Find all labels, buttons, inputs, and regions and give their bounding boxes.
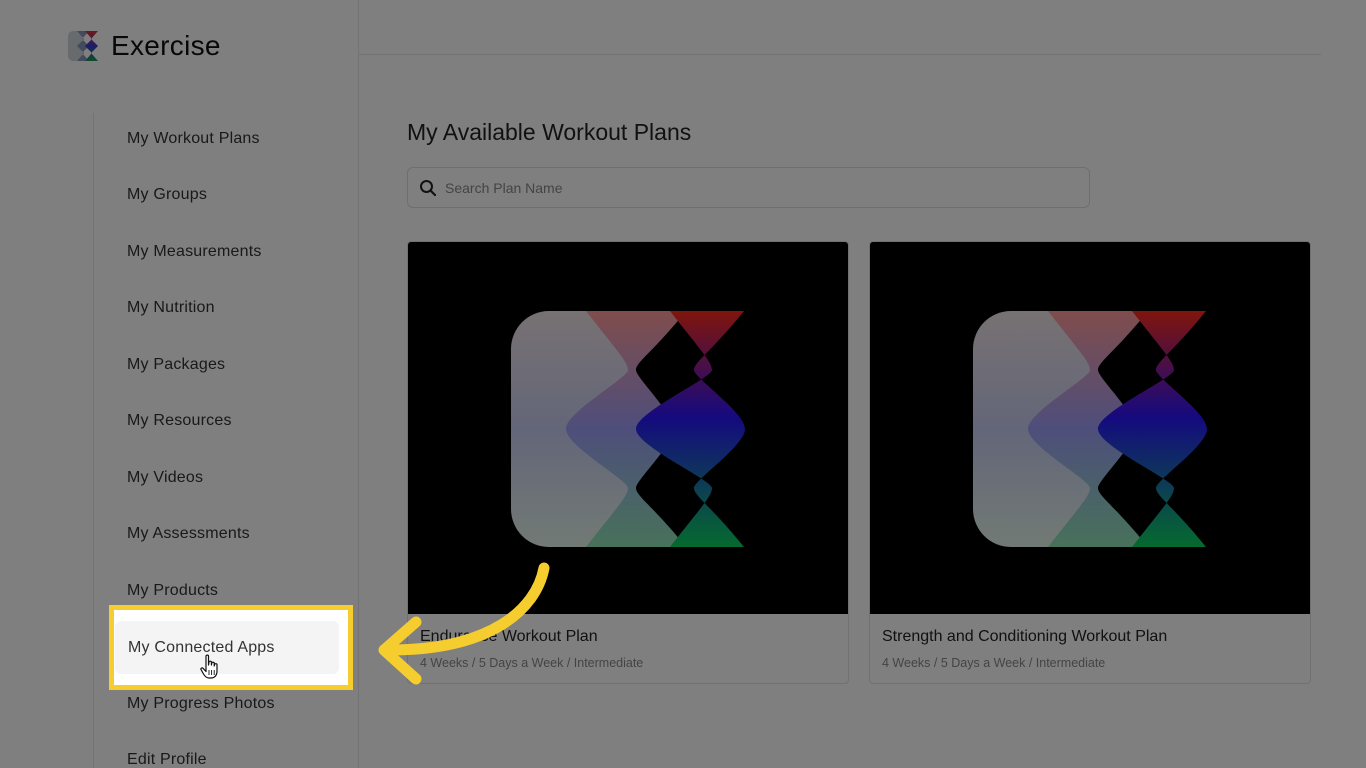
plan-logo-icon xyxy=(511,311,745,547)
sidebar-item-connected-apps[interactable]: My Connected Apps xyxy=(115,621,339,674)
sidebar-item-workout-plans[interactable]: My Workout Plans xyxy=(109,113,341,165)
sidebar-item-assessments[interactable]: My Assessments xyxy=(109,508,341,560)
sidebar-item-progress-photos[interactable]: My Progress Photos xyxy=(109,678,341,730)
nav-rail xyxy=(93,113,94,768)
sidebar-item-videos[interactable]: My Videos xyxy=(109,452,341,504)
plan-meta: 4 Weeks / 5 Days a Week / Intermediate xyxy=(420,656,644,670)
sidebar-item-nutrition[interactable]: My Nutrition xyxy=(109,282,341,334)
sidebar-item-edit-profile[interactable]: Edit Profile xyxy=(109,734,341,768)
plan-meta: 4 Weeks / 5 Days a Week / Intermediate xyxy=(882,656,1106,670)
sidebar-item-groups[interactable]: My Groups xyxy=(109,169,341,221)
brand-name: Exercise xyxy=(111,30,221,61)
plan-thumbnail xyxy=(870,242,1310,614)
search-bar xyxy=(407,167,1090,208)
plan-title: Strength and Conditioning Workout Plan xyxy=(882,628,1168,645)
main-content: My Available Workout Plans Search Plan N… xyxy=(407,0,1321,768)
plan-thumbnail xyxy=(408,242,848,614)
plan-title: Endurance Workout Plan xyxy=(420,628,598,645)
brand[interactable]: Exercise xyxy=(67,28,221,64)
search-icon xyxy=(420,179,437,196)
search-input[interactable] xyxy=(443,178,1047,197)
exercise-logo-icon xyxy=(68,31,98,61)
sidebar-item-products[interactable]: My Products xyxy=(109,565,341,617)
sidebar-item-packages[interactable]: My Packages xyxy=(109,339,341,391)
workout-plan-card[interactable]: Endurance Workout Plan 4 Weeks / 5 Days … xyxy=(407,241,849,684)
workout-plan-card[interactable]: Strength and Conditioning Workout Plan 4… xyxy=(869,241,1311,684)
page-title: My Available Workout Plans xyxy=(407,119,692,145)
sidebar-item-resources[interactable]: My Resources xyxy=(109,395,341,447)
sidebar-item-measurements[interactable]: My Measurements xyxy=(109,226,341,278)
plan-logo-icon xyxy=(973,311,1207,547)
